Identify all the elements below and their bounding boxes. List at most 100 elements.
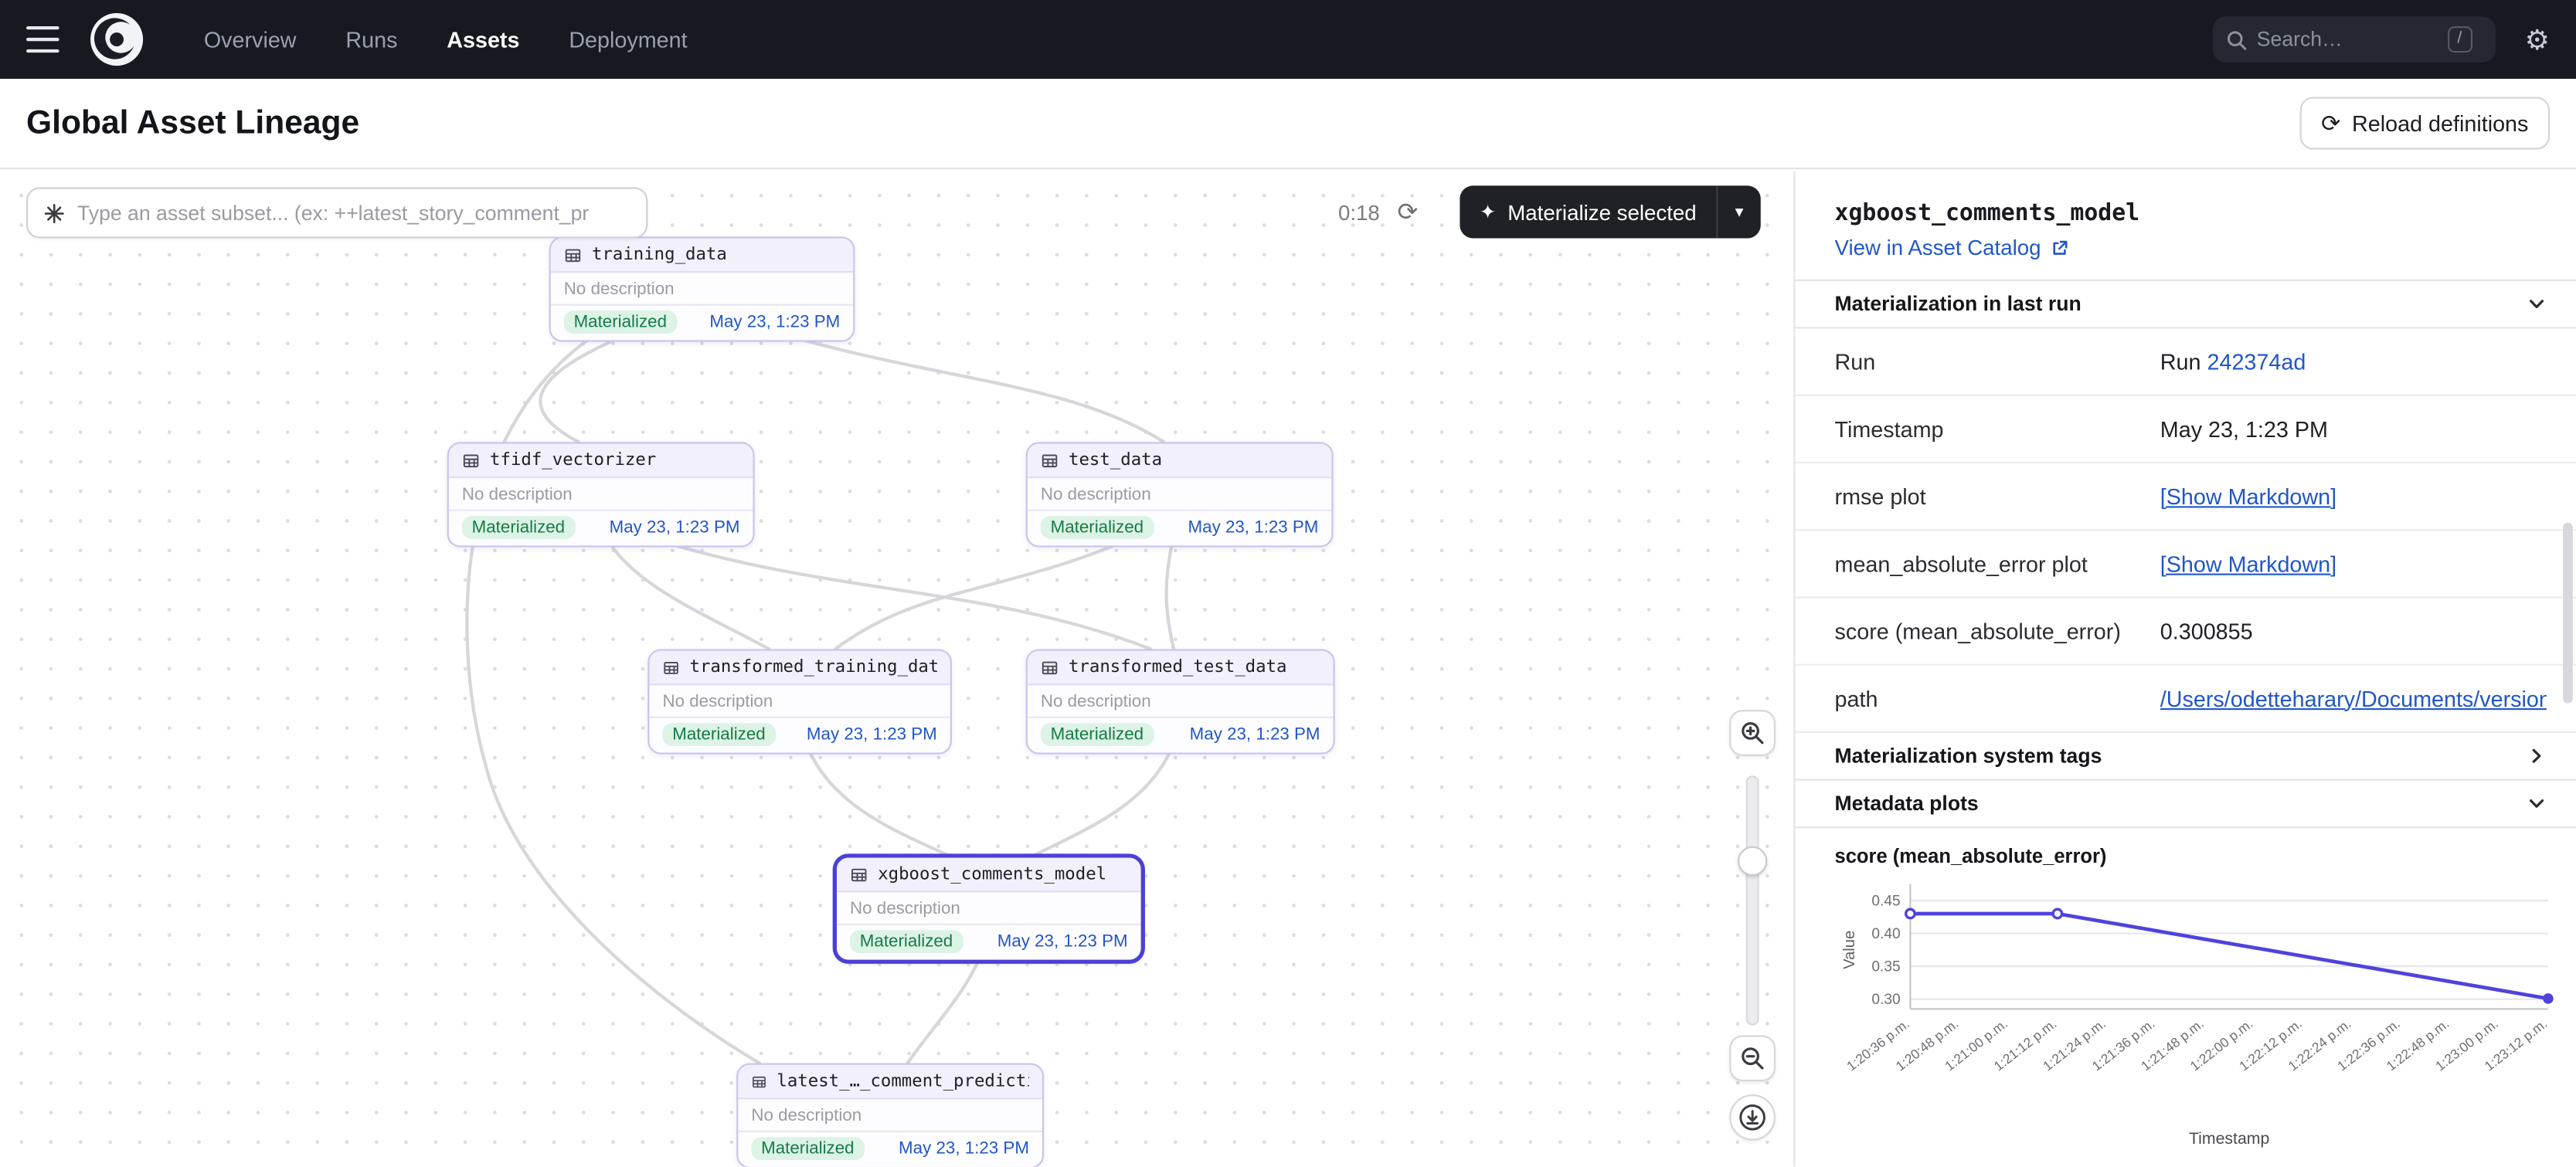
path-link[interactable]: /Users/odetteharary/Documents/version [2160,686,2547,711]
zoom-in-button[interactable] [1729,710,1776,756]
materialized-badge[interactable]: Materialized [850,930,963,953]
asset-description: No description [551,273,853,304]
recenter-button[interactable] [1729,1094,1776,1141]
table-icon [751,1072,766,1090]
refresh-icon[interactable]: ⟳ [1398,197,1419,226]
row-key: rmse plot [1835,484,2160,509]
search-input[interactable] [2257,28,2438,51]
materialized-badge[interactable]: Materialized [1041,723,1154,746]
table-icon [462,451,480,469]
metadata-row-run: Run Run 242374ad [1795,329,2576,396]
metric-chart-title: score (mean_absolute_error) [1795,828,2576,867]
metadata-row-timestamp: Timestamp May 23, 1:23 PM [1795,396,2576,463]
asset-detail-panel: xgboost_comments_model View in Asset Cat… [1795,171,2576,1166]
external-link-icon [2049,237,2069,257]
materialized-badge[interactable]: Materialized [462,516,575,539]
asset-node-xgboost-comments-model[interactable]: xgboost_comments_model No description Ma… [835,857,1143,962]
menu-icon[interactable] [26,26,59,53]
page-header: Global Asset Lineage ⟳ Reload definition… [0,79,2576,169]
asset-name: transformed_training_data [690,657,937,677]
reload-definitions-label: Reload definitions [2352,111,2528,136]
svg-text:Timestamp: Timestamp [2189,1129,2269,1148]
panel-scrollbar[interactable] [2563,523,2573,704]
section-materialization-system-tags[interactable]: Materialization system tags [1795,733,2576,781]
top-nav: Overview Runs Assets Deployment / ⚙ [0,0,2576,79]
materialization-time[interactable]: May 23, 1:23 PM [1188,517,1319,538]
section-title: Materialization system tags [1835,745,2102,768]
zoom-slider-track[interactable] [1746,775,1759,1025]
materialize-dropdown-caret[interactable]: ▾ [1718,203,1760,221]
asset-node-transformed-training-data[interactable]: transformed_training_data No description… [647,649,952,754]
asset-node-test-data[interactable]: test_data No description MaterializedMay… [1026,442,1334,547]
materialize-selected-button[interactable]: ✦ Materialize selected ▾ [1460,185,1760,238]
refresh-countdown: 0:18 [1338,201,1380,226]
zoom-out-icon [1739,1045,1765,1071]
svg-text:Value: Value [1841,931,1858,969]
row-key: Run [1835,349,2160,374]
asset-node-training-data[interactable]: training_data No description Materialize… [549,236,855,341]
asset-node-transformed-test-data[interactable]: transformed_test_data No description Mat… [1026,649,1335,754]
asset-description: No description [1028,685,1334,716]
asset-filter-box[interactable] [26,188,647,239]
view-in-asset-catalog-link[interactable]: View in Asset Catalog [1835,235,2041,260]
row-key: Timestamp [1835,416,2160,441]
table-icon [1041,451,1059,469]
show-markdown-link[interactable]: [Show Markdown] [2160,484,2336,509]
svg-text:0.40: 0.40 [1871,926,1900,942]
row-key: score (mean_absolute_error) [1835,619,2160,643]
gear-icon[interactable]: ⚙ [2525,25,2550,53]
asset-subset-icon [42,202,66,225]
table-icon [850,865,868,883]
asset-node-latest-comment-predictions[interactable]: latest_…_comment_predictions No descript… [736,1064,1044,1167]
search-shortcut-key: / [2448,26,2472,53]
asset-description: No description [1028,478,1332,509]
row-key: path [1835,686,2160,711]
metadata-row-mae-plot: mean_absolute_error plot [Show Markdown] [1795,531,2576,598]
show-markdown-link[interactable]: [Show Markdown] [2160,551,2336,576]
materialization-time[interactable]: May 23, 1:23 PM [899,1138,1029,1159]
zoom-in-icon [1739,720,1765,746]
asset-description: No description [449,478,753,509]
row-value: 0.300855 [2160,619,2253,643]
materialized-badge[interactable]: Materialized [751,1137,864,1160]
asset-name: training_data [592,245,727,265]
table-icon [1041,658,1059,676]
row-value: Run [2160,349,2201,374]
recenter-icon [1738,1103,1767,1132]
asset-description: No description [649,685,950,716]
nav-item-runs[interactable]: Runs [345,27,397,52]
reload-definitions-button[interactable]: ⟳ Reload definitions [2300,97,2551,150]
materialized-badge[interactable]: Materialized [564,310,677,334]
materialized-badge[interactable]: Materialized [662,723,775,746]
run-link[interactable]: 242374ad [2207,349,2306,374]
zoom-slider-knob[interactable] [1738,846,1767,876]
asset-name: tfidf_vectorizer [490,450,656,470]
nav-item-overview[interactable]: Overview [204,27,297,52]
metadata-row-score: score (mean_absolute_error) 0.300855 [1795,598,2576,665]
section-materialization-last-run[interactable]: Materialization in last run [1795,280,2576,329]
materialization-time[interactable]: May 23, 1:23 PM [709,312,840,332]
materialization-time[interactable]: May 23, 1:23 PM [610,517,740,538]
nav-item-assets[interactable]: Assets [447,27,519,52]
materialization-time[interactable]: May 23, 1:23 PM [997,931,1128,952]
lineage-graph-canvas[interactable]: 0:18 ⟳ ✦ Materialize selected ▾ training… [0,171,1795,1166]
search-icon [2225,29,2247,50]
section-metadata-plots[interactable]: Metadata plots [1795,781,2576,829]
materialization-time[interactable]: May 23, 1:23 PM [807,724,937,745]
materialization-time[interactable]: May 23, 1:23 PM [1190,724,1320,745]
asset-name: transformed_test_data [1069,657,1286,677]
dagster-logo[interactable] [89,12,144,67]
asset-filter-input[interactable] [77,202,620,225]
chevron-down-icon [2527,794,2547,814]
svg-text:0.30: 0.30 [1871,992,1900,1008]
chevron-right-icon [2527,746,2547,766]
nav-item-deployment[interactable]: Deployment [569,27,687,52]
zoom-out-button[interactable] [1729,1035,1776,1081]
reload-icon: ⟳ [2321,112,2340,135]
table-icon [564,246,582,263]
metadata-row-rmse-plot: rmse plot [Show Markdown] [1795,463,2576,531]
asset-node-tfidf-vectorizer[interactable]: tfidf_vectorizer No description Material… [447,442,755,547]
materialized-badge[interactable]: Materialized [1041,516,1154,539]
chevron-down-icon [2527,294,2547,314]
search-box[interactable]: / [2212,16,2495,63]
